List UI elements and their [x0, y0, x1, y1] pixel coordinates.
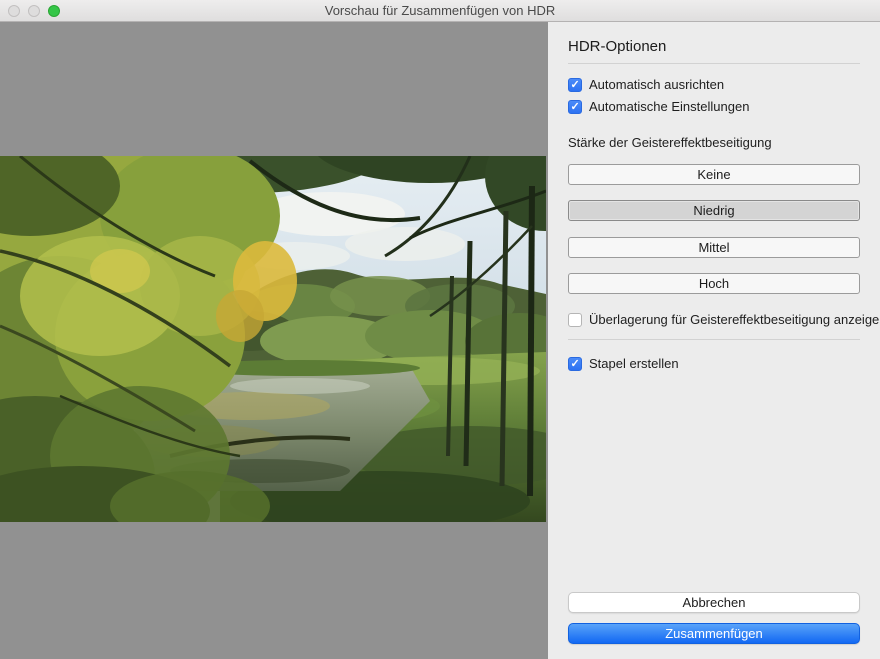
checkbox-checked-icon[interactable]	[568, 78, 582, 92]
deghost-section-label: Stärke der Geistereffektbeseitigung	[568, 135, 772, 150]
deghost-none-button[interactable]: Keine	[568, 164, 860, 185]
overlay-checkbox-row[interactable]: Überlagerung für Geistereffektbeseitigun…	[568, 312, 880, 327]
auto-settings-checkbox-row[interactable]: Automatische Einstellungen	[568, 99, 749, 114]
hdr-preview-photo	[0, 156, 546, 522]
deghost-medium-button[interactable]: Mittel	[568, 237, 860, 258]
overlay-label: Überlagerung für Geistereffektbeseitigun…	[589, 312, 880, 327]
stack-checkbox-row[interactable]: Stapel erstellen	[568, 356, 679, 371]
stack-label: Stapel erstellen	[589, 356, 679, 371]
merge-button[interactable]: Zusammenfügen	[568, 623, 860, 644]
window-controls	[8, 5, 60, 17]
checkbox-checked-icon[interactable]	[568, 100, 582, 114]
panel-title: HDR-Optionen	[568, 38, 666, 55]
divider	[568, 339, 860, 340]
auto-align-label: Automatisch ausrichten	[589, 77, 724, 92]
deghost-high-button[interactable]: Hoch	[568, 273, 860, 294]
checkbox-checked-icon[interactable]	[568, 357, 582, 371]
close-window-button	[8, 5, 20, 17]
hdr-options-panel: HDR-Optionen Automatisch ausrichten Auto…	[548, 22, 880, 659]
auto-settings-label: Automatische Einstellungen	[589, 99, 749, 114]
checkbox-unchecked-icon[interactable]	[568, 313, 582, 327]
preview-workspace	[0, 22, 548, 659]
minimize-window-button	[28, 5, 40, 17]
deghost-low-button[interactable]: Niedrig	[568, 200, 860, 221]
window-titlebar: Vorschau für Zusammenfügen von HDR	[0, 0, 880, 22]
window-title: Vorschau für Zusammenfügen von HDR	[325, 3, 556, 18]
divider	[568, 63, 860, 64]
cancel-button[interactable]: Abbrechen	[568, 592, 860, 613]
zoom-window-button[interactable]	[48, 5, 60, 17]
auto-align-checkbox-row[interactable]: Automatisch ausrichten	[568, 77, 724, 92]
